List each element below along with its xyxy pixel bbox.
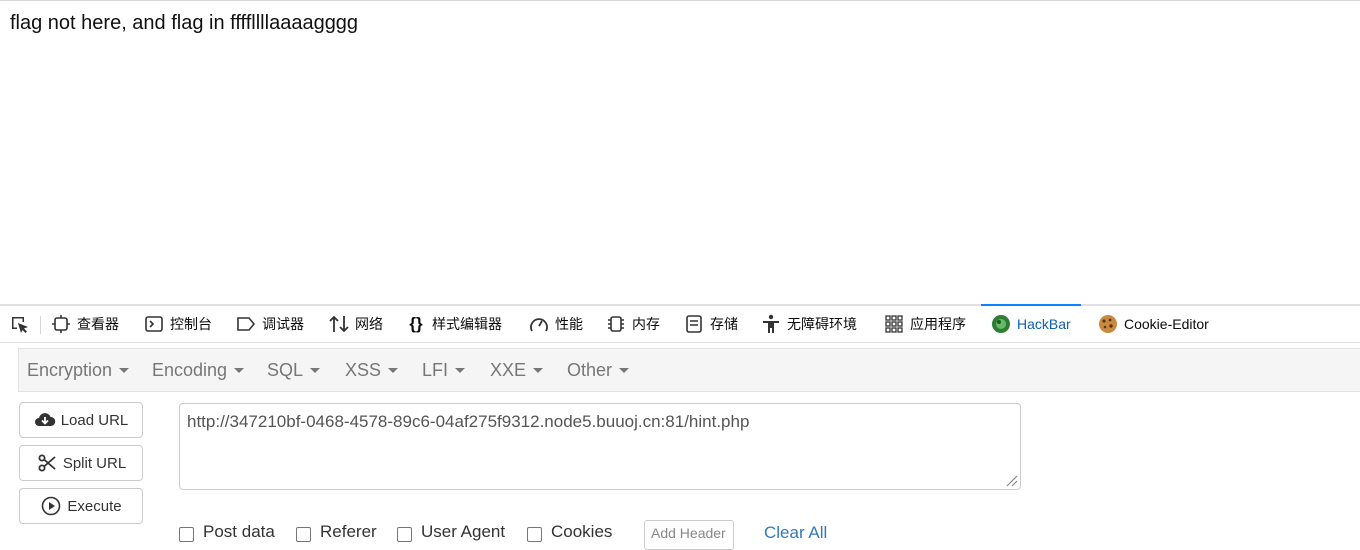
- menu-label: Encoding: [152, 359, 228, 380]
- post-data-checkbox[interactable]: [179, 527, 194, 542]
- scissors-icon: [36, 453, 58, 473]
- chevron-down-icon: [234, 367, 245, 373]
- tab-hackbar[interactable]: HackBar: [981, 304, 1081, 342]
- console-icon: [144, 314, 164, 334]
- tab-inspector[interactable]: 查看器: [51, 306, 119, 342]
- tab-accessibility[interactable]: 无障碍环境: [761, 306, 857, 342]
- menu-encoding[interactable]: Encoding: [152, 349, 245, 391]
- option-label: Cookies: [551, 522, 613, 541]
- play-circle-icon: [40, 496, 62, 516]
- button-label: Execute: [67, 497, 122, 515]
- cookie-icon: [1098, 314, 1118, 334]
- accessibility-icon: [761, 314, 781, 334]
- tab-label: 网络: [355, 316, 383, 332]
- user-agent-checkbox[interactable]: [397, 527, 412, 542]
- inspector-icon: [51, 314, 71, 334]
- application-icon: [884, 314, 904, 334]
- tab-console[interactable]: 控制台: [144, 306, 212, 342]
- referer-option[interactable]: Referer: [296, 522, 377, 542]
- performance-icon: [529, 314, 549, 334]
- menu-lfi[interactable]: LFI: [422, 349, 466, 391]
- tab-label: 查看器: [77, 316, 119, 332]
- url-text: http://347210bf-0468-4578-89c6-04af275f9…: [187, 412, 750, 431]
- tab-label: 无障碍环境: [787, 316, 857, 332]
- chevron-down-icon: [455, 367, 466, 373]
- menu-label: XSS: [345, 359, 382, 380]
- option-label: Post data: [203, 522, 275, 541]
- element-picker-icon[interactable]: [8, 314, 32, 336]
- option-label: User Agent: [421, 522, 506, 541]
- tab-label: Cookie-Editor: [1124, 316, 1209, 332]
- tab-label: 样式编辑器: [432, 316, 502, 332]
- tab-cookie-editor[interactable]: Cookie-Editor: [1098, 306, 1209, 342]
- menu-other[interactable]: Other: [567, 349, 630, 391]
- devtools-panel: 查看器 控制台 调试器 网络 {} 样式编辑器 性能 内存 存储 无障碍环境 应…: [0, 304, 1360, 550]
- cloud-download-icon: [34, 410, 56, 430]
- tab-style-editor[interactable]: {} 样式编辑器: [406, 306, 502, 342]
- hackbar-icon: [991, 314, 1011, 334]
- button-label: Split URL: [62, 454, 127, 472]
- menu-encryption[interactable]: Encryption: [27, 349, 130, 391]
- tab-label: 内存: [632, 316, 660, 332]
- menu-xxe[interactable]: XXE: [490, 349, 544, 391]
- tab-memory[interactable]: 内存: [606, 306, 660, 342]
- hackbar-menu-bar: Encryption Encoding SQL XSS LFI XXE Othe…: [18, 348, 1360, 392]
- cookies-checkbox[interactable]: [527, 527, 542, 542]
- tab-network[interactable]: 网络: [329, 306, 383, 342]
- toolbar-separator: [40, 316, 41, 334]
- split-url-button[interactable]: Split URL: [19, 445, 143, 481]
- memory-icon: [606, 314, 626, 334]
- tab-label: 控制台: [170, 316, 212, 332]
- url-textarea[interactable]: http://347210bf-0468-4578-89c6-04af275f9…: [179, 403, 1021, 490]
- tab-debugger[interactable]: 调试器: [236, 306, 304, 342]
- page-message: flag not here, and flag in ffffllllaaaag…: [10, 12, 359, 34]
- network-icon: [329, 314, 349, 334]
- post-data-option[interactable]: Post data: [179, 522, 275, 542]
- tab-performance[interactable]: 性能: [529, 306, 583, 342]
- tab-label: 调试器: [262, 316, 304, 332]
- page-top-border: [0, 0, 1360, 1]
- execute-button[interactable]: Execute: [19, 488, 143, 524]
- chevron-down-icon: [119, 367, 130, 373]
- tab-application[interactable]: 应用程序: [884, 306, 966, 342]
- referer-checkbox[interactable]: [296, 527, 311, 542]
- tab-label: 应用程序: [910, 316, 966, 332]
- style-editor-icon: {}: [409, 314, 423, 333]
- menu-label: Encryption: [27, 359, 113, 380]
- tab-label: 性能: [555, 316, 583, 332]
- tab-label: HackBar: [1017, 316, 1071, 332]
- menu-sql[interactable]: SQL: [267, 349, 321, 391]
- debugger-icon: [236, 314, 256, 334]
- chevron-down-icon: [388, 367, 399, 373]
- option-label: Referer: [320, 522, 377, 541]
- cookies-option[interactable]: Cookies: [527, 522, 612, 542]
- chevron-down-icon: [619, 367, 630, 373]
- resize-handle-icon[interactable]: [1004, 473, 1018, 487]
- button-label: Load URL: [60, 411, 129, 429]
- storage-icon: [684, 314, 704, 334]
- menu-label: Other: [567, 359, 613, 380]
- chevron-down-icon: [310, 367, 321, 373]
- menu-label: XXE: [490, 359, 527, 380]
- devtools-toolbar: 查看器 控制台 调试器 网络 {} 样式编辑器 性能 内存 存储 无障碍环境 应…: [0, 304, 1360, 343]
- load-url-button[interactable]: Load URL: [19, 402, 143, 438]
- tab-label: 存储: [710, 316, 738, 332]
- chevron-down-icon: [533, 367, 544, 373]
- user-agent-option[interactable]: User Agent: [397, 522, 505, 542]
- menu-label: LFI: [422, 359, 449, 380]
- menu-xss[interactable]: XSS: [345, 349, 399, 391]
- menu-label: SQL: [267, 359, 304, 380]
- add-header-select[interactable]: Add Header: [644, 520, 734, 550]
- clear-all-link[interactable]: Clear All: [764, 523, 827, 543]
- tab-storage[interactable]: 存储: [684, 306, 738, 342]
